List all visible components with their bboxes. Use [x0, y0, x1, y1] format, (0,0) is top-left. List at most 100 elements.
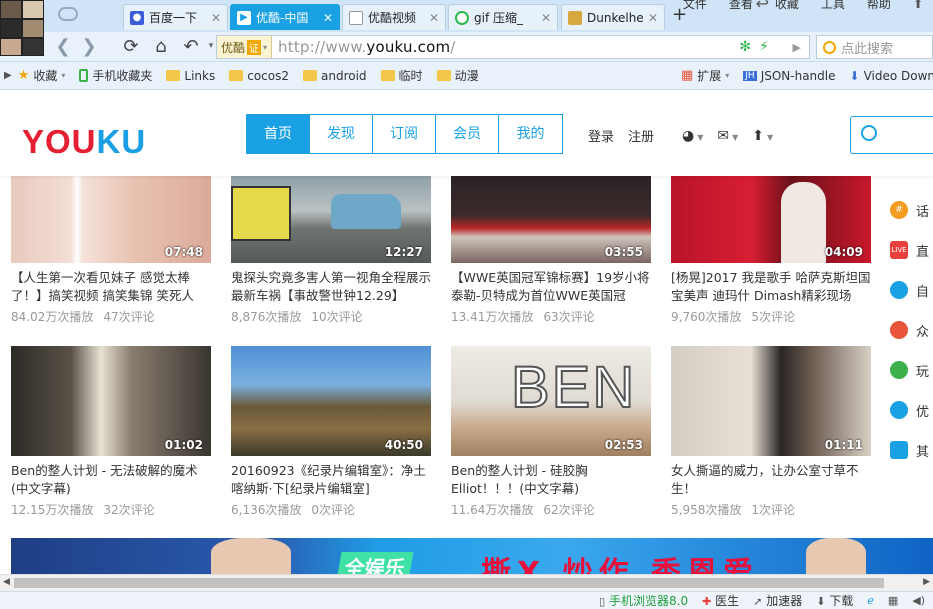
ie-icon[interactable]: ↩ — [756, 0, 769, 12]
video-title[interactable]: 【WWE英国冠军锦标赛】19岁小将泰勒-贝特成为首位WWE英国冠 — [451, 269, 651, 305]
status-accelerator[interactable]: ➚ 加速器 — [753, 592, 802, 609]
video-card[interactable]: 07:48 【人生第一次看见妹子 感觉太棒了！】搞笑视频 搞笑集锦 笑死人 84… — [11, 176, 211, 325]
video-download-extension[interactable]: ⬇ Video Down — [850, 69, 933, 83]
menu-file[interactable]: 文件 — [683, 0, 707, 10]
back-icon[interactable]: ❮ — [52, 35, 74, 57]
close-icon[interactable]: ✕ — [323, 11, 333, 25]
bookmark-favorites[interactable]: ★ 收藏 ▾ — [18, 67, 66, 84]
register-link[interactable]: 注册 — [628, 126, 654, 145]
bookmark-cocos2[interactable]: cocos2 — [229, 69, 289, 83]
ad-banner[interactable]: 全娱乐 撕X 炒作 秀恩爱 — [11, 538, 933, 574]
bookmark-android[interactable]: android — [303, 69, 367, 83]
side-item-youku[interactable]: 优 — [890, 390, 933, 430]
nav-vip[interactable]: 会员 — [436, 115, 499, 153]
refresh-icon[interactable]: ⟳ — [120, 35, 142, 57]
nav-subscribe[interactable]: 订阅 — [373, 115, 436, 153]
close-icon[interactable]: ✕ — [211, 11, 221, 25]
video-title[interactable]: 女人撕逼的威力，让办公室寸草不生！ — [671, 462, 871, 498]
bookmark-temp[interactable]: 临时 — [380, 67, 423, 84]
login-link[interactable]: 登录 — [588, 126, 614, 145]
cloud-icon[interactable] — [58, 7, 78, 21]
upload-icon[interactable]: ⬆ ▼ — [752, 128, 773, 144]
tab-gif[interactable]: gif 压缩_ ✕ — [448, 4, 558, 30]
video-thumbnail[interactable]: BEN 02:53 — [451, 346, 651, 456]
close-icon[interactable]: ✕ — [541, 11, 551, 25]
loading-icon[interactable]: ✻ — [739, 39, 751, 55]
horizontal-scrollbar[interactable]: ◀ ▶ — [0, 574, 933, 591]
video-thumbnail[interactable]: 12:27 — [231, 176, 431, 263]
bookmark-links[interactable]: Links — [166, 69, 215, 83]
video-thumbnail[interactable]: 04:09 — [671, 176, 871, 263]
banner-slogan: 撕X 炒作 秀恩爱 — [481, 556, 760, 574]
side-item-live[interactable]: LIVE 直 — [890, 230, 933, 270]
forward-icon[interactable]: ❯ — [78, 35, 100, 57]
scrollbar-thumb[interactable] — [14, 578, 884, 588]
video-card[interactable]: BEN 02:53 Ben的整人计划 - 硅胶胸Elliot！！！(中文字幕) … — [451, 346, 651, 518]
youku-search-box[interactable] — [850, 116, 933, 154]
video-title[interactable]: Ben的整人计划 - 硅胶胸Elliot！！！(中文字幕) — [451, 462, 651, 498]
mail-icon[interactable]: ✉ ▼ — [717, 128, 738, 144]
ie-icon[interactable]: ℯ — [867, 594, 874, 607]
video-card[interactable]: 04:09 [杨晃]2017 我是歌手 哈萨克斯坦国宝美声 迪玛什 Dimash… — [671, 176, 871, 325]
nav-discover[interactable]: 发现 — [310, 115, 373, 153]
scroll-right-icon[interactable]: ▶ — [923, 577, 930, 587]
video-thumbnail[interactable]: 03:55 — [451, 176, 651, 263]
logo-red: YOU — [22, 123, 97, 160]
video-title[interactable]: 鬼探头究竟多害人第一视角全程展示最新车祸【事故警世钟12.29】 — [231, 269, 431, 305]
home-icon[interactable]: ⌂ — [150, 35, 172, 57]
site-badge[interactable]: 优酷 证 ▾ — [217, 36, 273, 58]
video-thumbnail[interactable]: 40:50 — [231, 346, 431, 456]
side-item-self[interactable]: 自 — [890, 270, 933, 310]
scroll-left-icon[interactable]: ◀ — [3, 577, 10, 587]
bookmark-anime[interactable]: 动漫 — [436, 67, 479, 84]
video-title[interactable]: 【人生第一次看见妹子 感觉太棒了！】搞笑视频 搞笑集锦 笑死人 — [11, 269, 211, 305]
bookmark-label: 扩展 — [697, 69, 722, 83]
video-card[interactable]: 40:50 20160923《纪录片编辑室》：净土喀纳斯·下[纪录片编辑室] 6… — [231, 346, 431, 518]
extensions-button[interactable]: ▦ 扩展 ▾ — [681, 67, 729, 84]
up-arrow-icon[interactable]: ⬆ — [913, 0, 923, 10]
video-thumbnail[interactable]: 01:11 — [671, 346, 871, 456]
menu-help[interactable]: 帮助 — [867, 0, 891, 10]
browser-tab-bar: ● 百度一下 ✕ ▶ 优酷-中国 ✕ 优酷视频 ✕ gif 压缩_ ✕ Dunk… — [0, 0, 933, 56]
menu-view[interactable]: 查看 — [729, 0, 753, 10]
nav-home[interactable]: 首页 — [247, 115, 310, 153]
tab-youku[interactable]: ▶ 优酷-中国 ✕ — [230, 4, 340, 30]
close-icon[interactable]: ✕ — [429, 11, 439, 25]
video-title[interactable]: 20160923《纪录片编辑室》：净土喀纳斯·下[纪录片编辑室] — [231, 462, 431, 498]
video-title[interactable]: [杨晃]2017 我是歌手 哈萨克斯坦国宝美声 迪玛什 Dimash精彩现场 — [671, 269, 871, 305]
side-item-crowd[interactable]: 众 — [890, 310, 933, 350]
menu-favorites[interactable]: 收藏 — [775, 0, 799, 10]
side-item-other[interactable]: 其 — [890, 430, 933, 470]
tab-youku-video[interactable]: 优酷视频 ✕ — [342, 4, 446, 30]
status-download[interactable]: ⬇ 下载 — [816, 592, 853, 609]
json-handle-extension[interactable]: JH JSON-handle — [743, 69, 836, 83]
volume-icon[interactable]: ◀) — [912, 594, 925, 607]
bookmark-mobile[interactable]: 手机收藏夹 — [79, 67, 152, 84]
video-card[interactable]: 12:27 鬼探头究竟多害人第一视角全程展示最新车祸【事故警世钟12.29】 8… — [231, 176, 431, 325]
video-thumbnail[interactable]: 01:02 — [11, 346, 211, 456]
video-card[interactable]: 01:02 Ben的整人计划 - 无法破解的魔术(中文字幕) 12.15万次播放… — [11, 346, 211, 518]
tab-dunkelhe[interactable]: Dunkelhe ✕ — [561, 4, 665, 30]
history-clock-icon[interactable]: ◕ ▼ — [682, 128, 703, 144]
undo-icon[interactable]: ↶ — [180, 35, 202, 57]
play-icon[interactable]: ▶ — [793, 41, 801, 54]
video-card[interactable]: 03:55 【WWE英国冠军锦标赛】19岁小将泰勒-贝特成为首位WWE英国冠 1… — [451, 176, 651, 325]
tab-baidu[interactable]: ● 百度一下 ✕ — [123, 4, 228, 30]
address-field[interactable]: 优酷 证 ▾ http://www.youku.com/ ✻ ⚡ ▶ — [216, 35, 810, 59]
lightning-icon[interactable]: ⚡ — [759, 39, 769, 55]
video-thumbnail[interactable]: 07:48 — [11, 176, 211, 263]
video-card[interactable]: 01:11 女人撕逼的威力，让办公室寸草不生！ 5,958次播放 1次评论 — [671, 346, 871, 518]
youku-logo[interactable]: YOUKU — [22, 123, 146, 161]
status-doctor[interactable]: ✚ 医生 — [702, 592, 739, 609]
layout-icon[interactable]: ▦ — [888, 594, 898, 607]
video-title[interactable]: Ben的整人计划 - 无法破解的魔术(中文字幕) — [11, 462, 211, 498]
nav-mine[interactable]: 我的 — [499, 115, 562, 153]
status-mobile[interactable]: ▯ 手机浏览器8.0 — [599, 592, 688, 609]
search-field[interactable]: 点此搜索 — [816, 35, 933, 59]
chevron-down-icon: ▾ — [61, 71, 66, 80]
close-icon[interactable]: ✕ — [648, 11, 658, 25]
side-item-topic[interactable]: # 话 — [890, 190, 933, 230]
play-arrow-icon[interactable]: ▶ — [4, 70, 12, 81]
side-item-play[interactable]: 玩 — [890, 350, 933, 390]
menu-tools[interactable]: 工具 — [821, 0, 845, 10]
